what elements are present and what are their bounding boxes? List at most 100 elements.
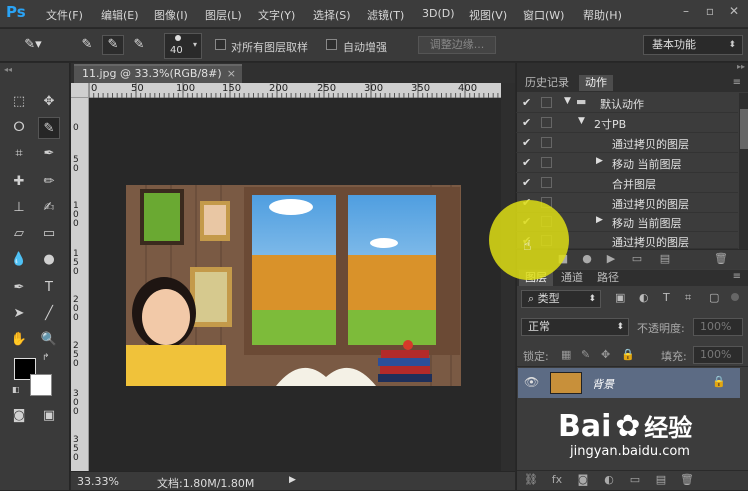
workspace-select[interactable]: 基本功能 ⬍ — [643, 35, 743, 55]
play-icon[interactable]: ▶ — [601, 250, 621, 268]
eyedropper-icon[interactable]: ✒ — [38, 143, 60, 165]
gradient-icon[interactable]: ▭ — [38, 223, 60, 245]
layer-name[interactable]: 背景 — [592, 376, 614, 392]
dialog-toggle[interactable] — [541, 157, 552, 168]
action-row[interactable]: ✔ ▼ ▬ 默认动作 — [516, 93, 738, 113]
new-set-icon[interactable]: ▭ — [627, 250, 647, 268]
collapse-icon[interactable]: ◂◂ — [4, 65, 12, 74]
crop-icon[interactable]: ⌗ — [8, 143, 30, 165]
pixel-filter-icon[interactable]: ▣ — [615, 291, 625, 304]
tab-channels[interactable]: 通道 — [555, 270, 589, 286]
fx-icon[interactable]: fx — [547, 471, 567, 489]
menu-help[interactable]: 帮助(H) — [583, 7, 622, 23]
trash-icon[interactable]: 🗑 — [711, 250, 731, 268]
dialog-toggle[interactable] — [541, 177, 552, 188]
tab-actions[interactable]: 动作 — [579, 75, 613, 91]
healing-brush-icon[interactable]: ✚ — [8, 171, 30, 193]
layer-filter-select[interactable]: ⌕ 类型 ⬍ — [521, 290, 601, 308]
delete-layer-icon[interactable]: 🗑 — [677, 471, 697, 489]
screen-mode-icon[interactable]: ▣ — [38, 405, 60, 427]
document-image[interactable] — [126, 185, 461, 386]
menu-type[interactable]: 文字(Y) — [258, 7, 295, 23]
check-icon[interactable]: ✔ — [522, 176, 531, 189]
brush-size-picker[interactable]: 40 ▾ — [164, 33, 202, 59]
menu-layer[interactable]: 图层(L) — [205, 7, 242, 23]
action-row[interactable]: ✔ 合并图层 — [516, 173, 738, 193]
new-selection-icon[interactable]: ✎ — [76, 35, 98, 55]
quick-mask-icon[interactable]: ◙ — [8, 405, 30, 427]
add-selection-icon[interactable]: ✎ — [102, 35, 124, 55]
panel-menu-icon[interactable]: ≡ — [733, 77, 741, 88]
tool-preset-icon[interactable]: ✎▾ — [22, 35, 44, 55]
shape-icon[interactable]: ╱ — [38, 303, 60, 325]
document-tab[interactable]: 11.jpg @ 33.3%(RGB/8#) × — [74, 64, 242, 83]
eraser-icon[interactable]: ▱ — [8, 223, 30, 245]
actions-scroll-thumb[interactable] — [740, 109, 748, 149]
action-row[interactable]: ✔ ▶ 移动 当前图层 — [516, 153, 738, 173]
marquee-icon[interactable]: ⬚ — [8, 91, 30, 113]
pen-icon[interactable]: ✒ — [8, 277, 30, 299]
zoom-level[interactable]: 33.33% — [77, 475, 119, 488]
menu-view[interactable]: 视图(V) — [469, 7, 507, 23]
close-icon[interactable]: ✕ — [724, 4, 744, 18]
lock-pixels-icon[interactable]: ✎ — [581, 348, 590, 361]
brush-icon[interactable]: ✏ — [38, 171, 60, 193]
menu-select[interactable]: 选择(S) — [313, 7, 351, 23]
status-menu-icon[interactable]: ▶ — [289, 475, 296, 485]
check-icon[interactable]: ✔ — [522, 136, 531, 149]
swap-colors-icon[interactable]: ↱ — [42, 353, 50, 363]
actions-scrollbar[interactable] — [739, 93, 748, 249]
expand-triangle-icon[interactable]: ▶ — [596, 156, 603, 166]
menu-window[interactable]: 窗口(W) — [523, 7, 564, 23]
lasso-icon[interactable]: ⵔ — [8, 117, 30, 139]
tab-paths[interactable]: 路径 — [591, 270, 625, 286]
blur-icon[interactable]: 💧 — [8, 249, 30, 271]
maximize-icon[interactable]: ▫ — [700, 4, 720, 18]
adjustment-filter-icon[interactable]: ◐ — [639, 291, 649, 304]
collapse-icon[interactable]: ▸▸ — [737, 62, 745, 71]
type-filter-icon[interactable]: T — [663, 291, 670, 304]
action-row[interactable]: ✔ ▼ 2寸PB — [516, 113, 738, 133]
action-row[interactable]: ✔ 通过拷贝的图层 — [516, 133, 738, 153]
subtract-selection-icon[interactable]: ✎ — [128, 35, 150, 55]
sample-all-layers-checkbox[interactable] — [215, 39, 226, 50]
new-layer-icon[interactable]: ▤ — [651, 471, 671, 489]
panel-menu-icon[interactable]: ≡ — [733, 271, 741, 282]
adjustment-layer-icon[interactable]: ◐ — [599, 471, 619, 489]
history-brush-icon[interactable]: ✍ — [38, 197, 60, 219]
default-colors-icon[interactable]: ◧ — [12, 385, 20, 394]
add-mask-icon[interactable]: ◙ — [573, 471, 593, 489]
fill-field[interactable]: 100% — [693, 346, 743, 364]
eye-icon[interactable]: 👁 — [524, 375, 539, 389]
background-color-swatch[interactable] — [30, 374, 52, 396]
expand-triangle-icon[interactable]: ▼ — [578, 116, 585, 126]
new-action-icon[interactable]: ▤ — [655, 250, 675, 268]
path-selection-icon[interactable]: ➤ — [8, 303, 30, 325]
clone-stamp-icon[interactable]: ⊥ — [8, 197, 30, 219]
smart-object-filter-icon[interactable]: ▢ — [709, 291, 719, 304]
menu-edit[interactable]: 编辑(E) — [101, 7, 139, 23]
menu-file[interactable]: 文件(F) — [46, 7, 83, 23]
check-icon[interactable]: ✔ — [522, 156, 531, 169]
minimize-icon[interactable]: – — [676, 4, 696, 18]
move-icon[interactable]: ✥ — [38, 91, 60, 113]
menu-image[interactable]: 图像(I) — [154, 7, 188, 23]
record-icon[interactable]: ● — [577, 250, 597, 268]
blend-mode-select[interactable]: 正常 ⬍ — [521, 318, 629, 336]
auto-enhance-checkbox[interactable] — [326, 39, 337, 50]
dialog-toggle[interactable] — [541, 137, 552, 148]
tab-history[interactable]: 历史记录 — [519, 75, 575, 91]
quick-selection-icon[interactable]: ✎ — [38, 117, 60, 139]
lock-position-icon[interactable]: ✥ — [601, 348, 610, 361]
shape-filter-icon[interactable]: ⌗ — [685, 291, 691, 305]
expand-triangle-icon[interactable]: ▼ — [564, 96, 571, 106]
menu-filter[interactable]: 滤镜(T) — [367, 7, 404, 23]
close-tab-icon[interactable]: × — [227, 66, 236, 82]
new-group-icon[interactable]: ▭ — [625, 471, 645, 489]
opacity-field[interactable]: 100% — [693, 318, 743, 336]
lock-all-icon[interactable]: 🔒 — [621, 348, 635, 361]
layer-row[interactable]: 👁 背景 🔒 — [518, 368, 740, 398]
hand-icon[interactable]: ✋ — [8, 329, 30, 351]
zoom-icon[interactable]: 🔍 — [38, 329, 60, 351]
dialog-toggle[interactable] — [541, 117, 552, 128]
